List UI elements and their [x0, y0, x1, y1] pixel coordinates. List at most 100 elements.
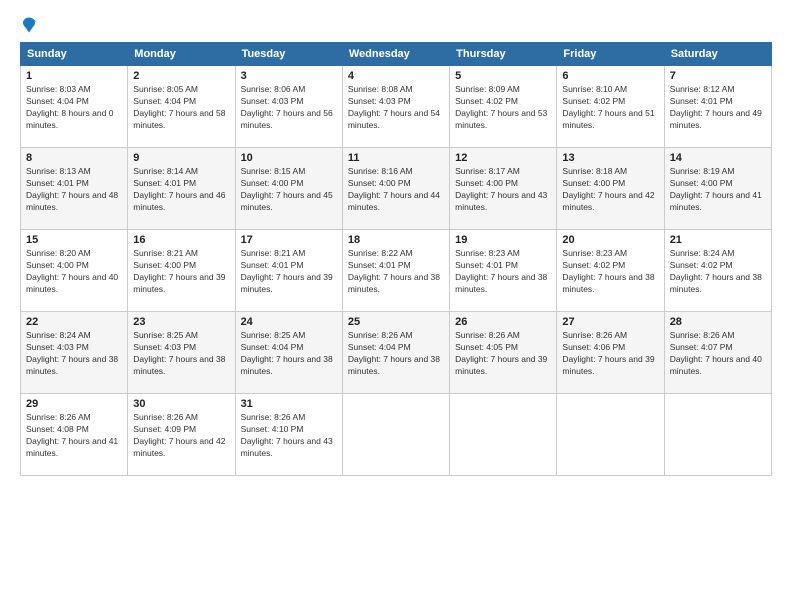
- column-header-thursday: Thursday: [450, 43, 557, 66]
- day-number: 22: [26, 316, 122, 328]
- sunset: Sunset: 4:09 PM: [133, 424, 229, 436]
- daylight: Daylight: 7 hours and 40 minutes.: [26, 272, 122, 296]
- column-header-saturday: Saturday: [664, 43, 771, 66]
- day-number: 31: [241, 398, 337, 410]
- calendar-cell: 5 Sunrise: 8:09 AM Sunset: 4:02 PM Dayli…: [450, 66, 557, 148]
- day-number: 10: [241, 152, 337, 164]
- day-info: Sunrise: 8:21 AM Sunset: 4:00 PM Dayligh…: [133, 248, 229, 296]
- day-number: 19: [455, 234, 551, 246]
- sunset: Sunset: 4:04 PM: [133, 96, 229, 108]
- day-number: 7: [670, 70, 766, 82]
- day-info: Sunrise: 8:12 AM Sunset: 4:01 PM Dayligh…: [670, 84, 766, 132]
- daylight: Daylight: 7 hours and 38 minutes.: [348, 354, 444, 378]
- day-number: 13: [562, 152, 658, 164]
- logo: [20, 16, 40, 34]
- daylight: Daylight: 7 hours and 49 minutes.: [670, 108, 766, 132]
- sunrise: Sunrise: 8:16 AM: [348, 166, 444, 178]
- sunset: Sunset: 4:01 PM: [26, 178, 122, 190]
- sunrise: Sunrise: 8:14 AM: [133, 166, 229, 178]
- sunset: Sunset: 4:03 PM: [348, 96, 444, 108]
- sunrise: Sunrise: 8:26 AM: [670, 330, 766, 342]
- day-number: 2: [133, 70, 229, 82]
- day-info: Sunrise: 8:15 AM Sunset: 4:00 PM Dayligh…: [241, 166, 337, 214]
- sunrise: Sunrise: 8:24 AM: [26, 330, 122, 342]
- calendar-cell: 30 Sunrise: 8:26 AM Sunset: 4:09 PM Dayl…: [128, 394, 235, 476]
- day-number: 26: [455, 316, 551, 328]
- day-info: Sunrise: 8:13 AM Sunset: 4:01 PM Dayligh…: [26, 166, 122, 214]
- daylight: Daylight: 7 hours and 42 minutes.: [562, 190, 658, 214]
- sunset: Sunset: 4:02 PM: [455, 96, 551, 108]
- calendar-cell: 28 Sunrise: 8:26 AM Sunset: 4:07 PM Dayl…: [664, 312, 771, 394]
- day-number: 3: [241, 70, 337, 82]
- sunset: Sunset: 4:00 PM: [241, 178, 337, 190]
- calendar-cell: 15 Sunrise: 8:20 AM Sunset: 4:00 PM Dayl…: [21, 230, 128, 312]
- daylight: Daylight: 7 hours and 38 minutes.: [241, 354, 337, 378]
- daylight: Daylight: 7 hours and 53 minutes.: [455, 108, 551, 132]
- day-number: 8: [26, 152, 122, 164]
- sunrise: Sunrise: 8:22 AM: [348, 248, 444, 260]
- calendar-cell: 1 Sunrise: 8:03 AM Sunset: 4:04 PM Dayli…: [21, 66, 128, 148]
- sunset: Sunset: 4:03 PM: [133, 342, 229, 354]
- sunrise: Sunrise: 8:20 AM: [26, 248, 122, 260]
- calendar-cell: 23 Sunrise: 8:25 AM Sunset: 4:03 PM Dayl…: [128, 312, 235, 394]
- day-info: Sunrise: 8:25 AM Sunset: 4:04 PM Dayligh…: [241, 330, 337, 378]
- column-header-wednesday: Wednesday: [342, 43, 449, 66]
- sunrise: Sunrise: 8:15 AM: [241, 166, 337, 178]
- day-number: 25: [348, 316, 444, 328]
- sunrise: Sunrise: 8:23 AM: [562, 248, 658, 260]
- day-number: 15: [26, 234, 122, 246]
- daylight: Daylight: 7 hours and 39 minutes.: [455, 354, 551, 378]
- calendar-week-4: 22 Sunrise: 8:24 AM Sunset: 4:03 PM Dayl…: [21, 312, 772, 394]
- calendar-week-2: 8 Sunrise: 8:13 AM Sunset: 4:01 PM Dayli…: [21, 148, 772, 230]
- sunrise: Sunrise: 8:26 AM: [455, 330, 551, 342]
- calendar-cell: 22 Sunrise: 8:24 AM Sunset: 4:03 PM Dayl…: [21, 312, 128, 394]
- sunrise: Sunrise: 8:26 AM: [348, 330, 444, 342]
- sunset: Sunset: 4:04 PM: [348, 342, 444, 354]
- sunrise: Sunrise: 8:26 AM: [241, 412, 337, 424]
- sunset: Sunset: 4:00 PM: [670, 178, 766, 190]
- daylight: Daylight: 7 hours and 39 minutes.: [133, 272, 229, 296]
- sunset: Sunset: 4:01 PM: [670, 96, 766, 108]
- sunset: Sunset: 4:02 PM: [670, 260, 766, 272]
- day-info: Sunrise: 8:26 AM Sunset: 4:04 PM Dayligh…: [348, 330, 444, 378]
- calendar-cell: 27 Sunrise: 8:26 AM Sunset: 4:06 PM Dayl…: [557, 312, 664, 394]
- day-info: Sunrise: 8:23 AM Sunset: 4:02 PM Dayligh…: [562, 248, 658, 296]
- day-info: Sunrise: 8:26 AM Sunset: 4:07 PM Dayligh…: [670, 330, 766, 378]
- calendar-table: SundayMondayTuesdayWednesdayThursdayFrid…: [20, 42, 772, 476]
- daylight: Daylight: 7 hours and 46 minutes.: [133, 190, 229, 214]
- calendar-cell: 14 Sunrise: 8:19 AM Sunset: 4:00 PM Dayl…: [664, 148, 771, 230]
- sunrise: Sunrise: 8:13 AM: [26, 166, 122, 178]
- sunset: Sunset: 4:05 PM: [455, 342, 551, 354]
- calendar-cell: 16 Sunrise: 8:21 AM Sunset: 4:00 PM Dayl…: [128, 230, 235, 312]
- calendar-cell: [557, 394, 664, 476]
- day-info: Sunrise: 8:09 AM Sunset: 4:02 PM Dayligh…: [455, 84, 551, 132]
- calendar-cell: 11 Sunrise: 8:16 AM Sunset: 4:00 PM Dayl…: [342, 148, 449, 230]
- day-number: 14: [670, 152, 766, 164]
- sunset: Sunset: 4:00 PM: [348, 178, 444, 190]
- day-info: Sunrise: 8:10 AM Sunset: 4:02 PM Dayligh…: [562, 84, 658, 132]
- calendar-week-3: 15 Sunrise: 8:20 AM Sunset: 4:00 PM Dayl…: [21, 230, 772, 312]
- sunset: Sunset: 4:06 PM: [562, 342, 658, 354]
- sunrise: Sunrise: 8:06 AM: [241, 84, 337, 96]
- day-number: 27: [562, 316, 658, 328]
- day-info: Sunrise: 8:19 AM Sunset: 4:00 PM Dayligh…: [670, 166, 766, 214]
- day-number: 5: [455, 70, 551, 82]
- sunrise: Sunrise: 8:25 AM: [241, 330, 337, 342]
- sunset: Sunset: 4:02 PM: [562, 260, 658, 272]
- sunset: Sunset: 4:08 PM: [26, 424, 122, 436]
- daylight: Daylight: 7 hours and 42 minutes.: [133, 436, 229, 460]
- day-number: 12: [455, 152, 551, 164]
- calendar-cell: 29 Sunrise: 8:26 AM Sunset: 4:08 PM Dayl…: [21, 394, 128, 476]
- sunset: Sunset: 4:03 PM: [26, 342, 122, 354]
- calendar-cell: 26 Sunrise: 8:26 AM Sunset: 4:05 PM Dayl…: [450, 312, 557, 394]
- sunset: Sunset: 4:00 PM: [562, 178, 658, 190]
- sunset: Sunset: 4:01 PM: [241, 260, 337, 272]
- day-number: 30: [133, 398, 229, 410]
- calendar-cell: 19 Sunrise: 8:23 AM Sunset: 4:01 PM Dayl…: [450, 230, 557, 312]
- logo-icon: [20, 16, 38, 34]
- column-header-sunday: Sunday: [21, 43, 128, 66]
- calendar-cell: 2 Sunrise: 8:05 AM Sunset: 4:04 PM Dayli…: [128, 66, 235, 148]
- day-info: Sunrise: 8:03 AM Sunset: 4:04 PM Dayligh…: [26, 84, 122, 132]
- calendar-cell: 17 Sunrise: 8:21 AM Sunset: 4:01 PM Dayl…: [235, 230, 342, 312]
- calendar-cell: 12 Sunrise: 8:17 AM Sunset: 4:00 PM Dayl…: [450, 148, 557, 230]
